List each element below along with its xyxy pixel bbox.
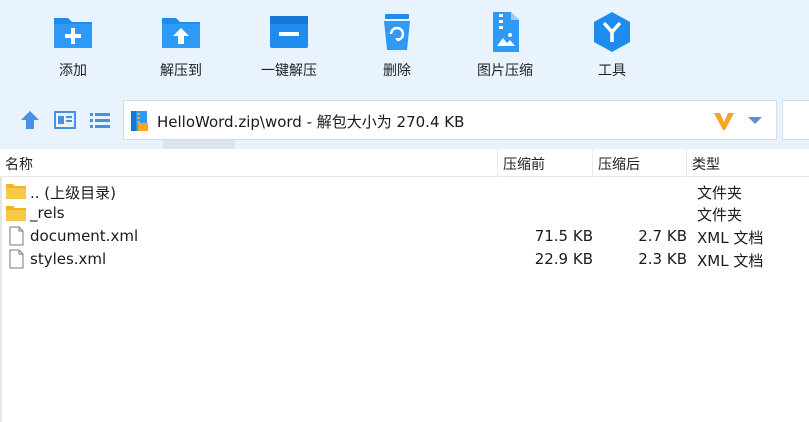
list-item-rels[interactable]: _rels 文件夹 [0,202,809,224]
add-icon [54,18,92,48]
quick-extract-icon [270,16,308,48]
item-type: XML 文档 [697,229,764,247]
item-name: .. (上级目录) [30,184,117,202]
item-size-before: 22.9 KB [534,250,593,268]
column-header-size-after[interactable]: 压缩后 [598,154,640,174]
list-item-document-xml[interactable]: document.xml 71.5 KB 2.7 KB XML 文档 [0,225,809,247]
item-name: document.xml [30,227,139,245]
item-name: _rels [30,204,65,222]
add-label: 添加 [59,63,87,79]
chevron-down-icon[interactable] [746,113,764,127]
folder-icon [6,184,26,199]
add-button[interactable]: 添加 [23,10,123,80]
item-type: 文件夹 [697,184,743,202]
thumbnail-view-icon[interactable] [53,108,77,132]
image-compress-button[interactable]: 图片压缩 [455,10,555,80]
toolbar: 添加 解压到 一键解压 删除 图片压缩 工具 [0,0,809,92]
item-name: styles.xml [30,250,107,268]
item-type: XML 文档 [697,252,764,270]
delete-button[interactable]: 删除 [347,10,447,80]
item-size-before: 71.5 KB [534,227,593,245]
tools-button[interactable]: 工具 [562,10,662,80]
folder-icon [6,206,26,221]
list-item-styles-xml[interactable]: styles.xml 22.9 KB 2.3 KB XML 文档 [0,248,809,270]
delete-label: 删除 [383,63,411,79]
search-box[interactable] [782,100,809,140]
image-compress-icon [493,12,519,52]
up-arrow-icon[interactable] [18,108,42,132]
column-header-name[interactable]: 名称 [5,154,33,174]
extract-to-icon [162,18,200,48]
list-item-parent-dir[interactable]: .. (上级目录) 文件夹 [0,180,809,202]
quick-extract-label: 一键解压 [261,63,317,79]
quick-extract-button[interactable]: 一键解压 [239,10,339,80]
delete-icon [384,14,410,50]
column-divider[interactable] [686,149,687,177]
list-header: 名称 压缩前 压缩后 类型 [0,149,809,177]
zip-archive-icon [131,111,148,131]
file-icon [9,226,24,246]
column-header-type[interactable]: 类型 [692,154,720,174]
address-path: HelloWord.zip\word - 解包大小为 270.4 KB [157,113,465,131]
tools-icon [594,12,630,52]
list-view-icon[interactable] [88,108,112,132]
extract-to-label: 解压到 [160,63,202,79]
extract-to-button[interactable]: 解压到 [131,10,231,80]
column-divider[interactable] [592,149,593,177]
navigation-bar: HelloWord.zip\word - 解包大小为 270.4 KB [0,92,809,149]
column-header-size-before[interactable]: 压缩前 [503,154,545,174]
address-bar[interactable]: HelloWord.zip\word - 解包大小为 270.4 KB [123,100,777,140]
column-resize-hint [163,140,235,149]
v-logo-icon[interactable] [712,109,736,133]
tools-label: 工具 [598,63,626,79]
image-compress-label: 图片压缩 [477,63,533,79]
item-size-after: 2.7 KB [638,227,687,245]
item-size-after: 2.3 KB [638,250,687,268]
item-type: 文件夹 [697,206,743,224]
column-divider[interactable] [497,149,498,177]
file-icon [9,249,24,269]
